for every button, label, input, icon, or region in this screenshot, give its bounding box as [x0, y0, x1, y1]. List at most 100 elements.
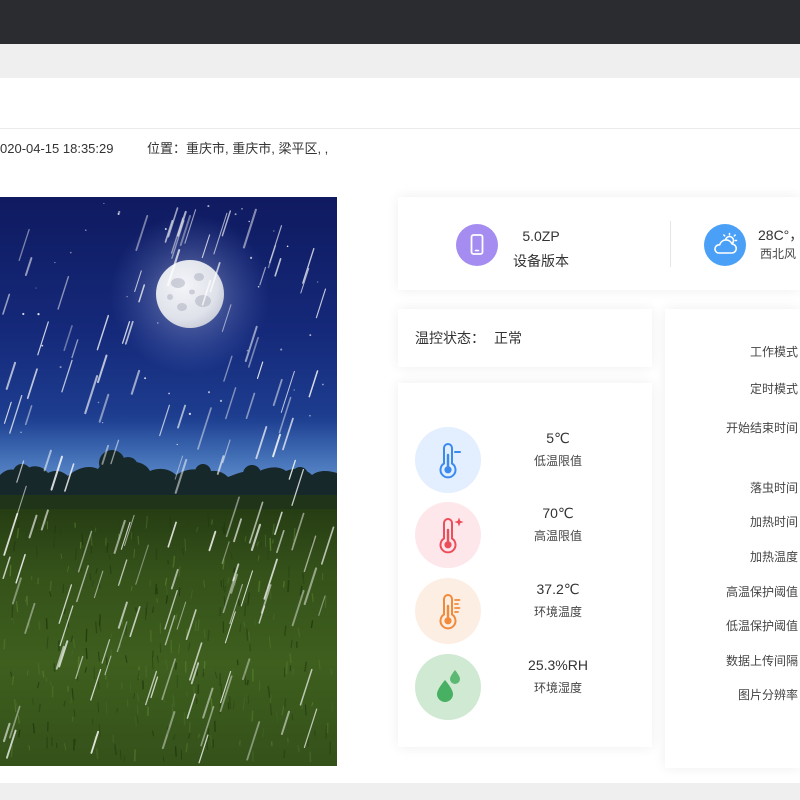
grass-blade	[206, 741, 209, 750]
image-resolution-label: 图片分辨率	[737, 688, 798, 702]
grass-blade	[247, 631, 251, 641]
grass-blade	[156, 598, 159, 603]
ambient-temperature-value: 37.2℃	[536, 581, 580, 597]
high-temp-protection-threshold-label: 高温保护阈值	[725, 585, 798, 599]
grass-blade	[246, 628, 249, 641]
humidity-droplets-icon	[415, 654, 481, 720]
grass-blade	[284, 698, 287, 708]
grass-blade	[109, 565, 112, 574]
device-info-card: 5.0ZP 设备版本 28C°， 西北风	[398, 197, 800, 290]
grass-blade	[285, 661, 288, 675]
grass-blade	[224, 585, 227, 593]
grass-blade	[194, 620, 197, 632]
grass-blade	[105, 701, 108, 714]
star	[97, 401, 100, 404]
star	[118, 210, 121, 214]
card-divider	[670, 221, 671, 267]
star	[168, 392, 170, 395]
tab-strip	[0, 44, 800, 78]
footer-band	[0, 783, 800, 800]
grass-blade	[118, 520, 121, 531]
grass-blade	[283, 749, 286, 759]
grass-blade	[89, 573, 92, 581]
weather-wind-label: 西北风	[760, 247, 796, 261]
grass-blade	[85, 647, 88, 660]
camera-snapshot-image[interactable]	[0, 197, 337, 766]
grass-blade	[116, 708, 119, 713]
thermometer-high-icon	[415, 502, 481, 568]
temperature-control-status-value: 正常	[494, 330, 522, 346]
grass-blade	[145, 607, 147, 621]
low-temp-protection-threshold-label: 低温保护阈值	[725, 619, 798, 633]
grass-blade	[238, 740, 241, 746]
grass-blade	[11, 605, 14, 619]
grass-blade	[291, 714, 294, 721]
low-temp-limit-value: 5℃	[546, 430, 570, 446]
star	[69, 251, 72, 254]
high-temp-limit-label: 高温限值	[533, 529, 582, 543]
grass-blade	[187, 517, 190, 531]
ambient-temperature-label: 环境温度	[533, 605, 582, 619]
ambient-humidity-value: 25.3%RH	[528, 657, 588, 673]
high-temp-limit-value: 70℃	[542, 505, 574, 521]
grass-blade	[119, 750, 122, 760]
star	[41, 344, 44, 347]
star	[309, 414, 311, 417]
grass-blade	[53, 663, 56, 672]
grass-blade	[45, 618, 48, 630]
timer-mode-label: 定时模式	[749, 382, 798, 396]
timestamp: 020-04-15 18:35:29	[0, 141, 114, 156]
sensor-ambient-temperature: 37.2℃ 环境温度	[398, 578, 652, 644]
grass-blade	[222, 578, 225, 591]
grass-blade	[171, 703, 174, 715]
star	[234, 213, 237, 216]
grass-blade	[76, 675, 79, 681]
grass-blade	[136, 704, 139, 716]
grass-blade	[152, 656, 154, 670]
heating-time-label: 加热时间	[749, 515, 798, 529]
grass-blade	[38, 703, 41, 713]
grass-blade	[55, 742, 58, 749]
grass-blade	[80, 567, 83, 573]
heating-temperature-label: 加热温度	[749, 550, 798, 564]
grass-blade	[73, 738, 77, 746]
ambient-humidity-label: 环境湿度	[533, 681, 582, 695]
grass-blade	[16, 528, 20, 539]
grass-blade	[267, 547, 269, 560]
grass-blade	[330, 668, 333, 675]
grass-blade	[257, 580, 261, 592]
location: 位置：重庆市, 重庆市, 梁平区, ,	[147, 140, 328, 158]
grass-blade	[289, 653, 292, 663]
grass-blade	[106, 681, 109, 689]
star	[101, 421, 104, 424]
grass-blade	[95, 621, 97, 634]
grass-blade	[202, 668, 205, 677]
horizon-haze	[0, 422, 337, 477]
grass-blade	[174, 746, 177, 757]
star	[293, 389, 295, 391]
star	[322, 383, 324, 386]
device-version-label: 设备版本	[513, 253, 569, 269]
star	[117, 212, 120, 215]
grass-blade	[246, 679, 249, 686]
cloud-sun-icon	[704, 224, 746, 266]
grass-blade	[282, 580, 285, 588]
grass-blade	[123, 755, 126, 762]
sensor-high-temp-limit: 70℃ 高温限值	[398, 502, 652, 568]
star	[144, 377, 147, 380]
star	[309, 334, 312, 337]
temperature-control-status-card: 温控状态： 正常	[398, 309, 652, 367]
grass-blade	[207, 513, 210, 527]
grass-blade	[154, 583, 158, 595]
tree-canopy	[118, 457, 138, 477]
low-temp-limit-label: 低温限值	[533, 454, 582, 468]
grass-blade	[62, 584, 65, 594]
grass-blade	[237, 598, 241, 607]
header-divider	[0, 128, 800, 129]
grass-blade	[49, 580, 52, 591]
moon	[156, 260, 224, 328]
grass-blade	[228, 695, 232, 709]
grass-blade	[98, 614, 101, 627]
moon-crater	[189, 289, 195, 295]
thermometer-ambient-icon	[415, 578, 481, 644]
